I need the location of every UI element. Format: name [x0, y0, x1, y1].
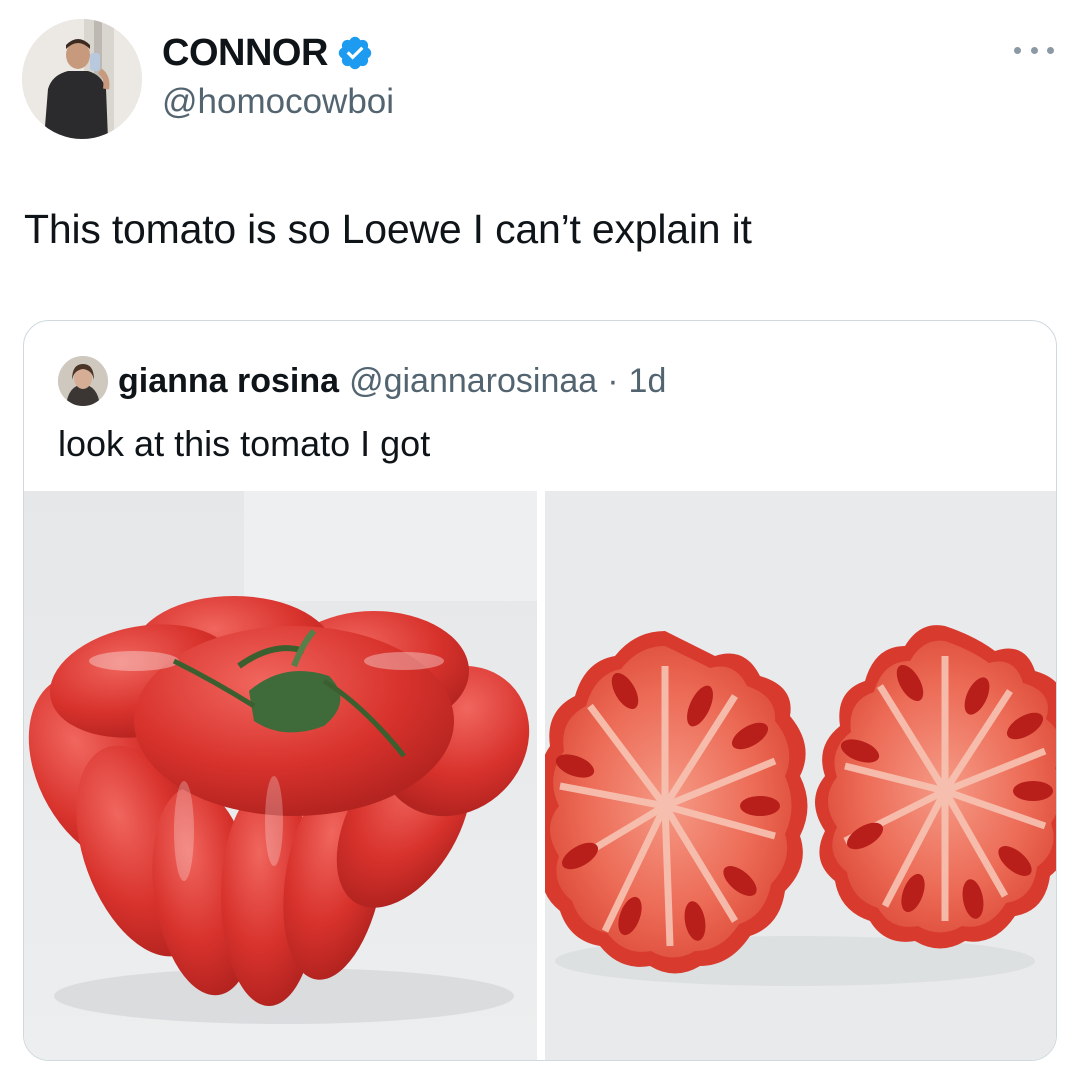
tweet-text: This tomato is so Loewe I can’t explain … — [24, 206, 752, 252]
separator-dot: · — [607, 361, 619, 400]
quoted-author-handle[interactable]: @giannarosinaa — [349, 362, 597, 401]
quoted-tweet-header: gianna rosina @giannarosinaa · 1d — [58, 353, 666, 409]
dot-icon — [1014, 46, 1021, 54]
author-handle[interactable]: @homocowboi — [162, 82, 394, 122]
quoted-author-display-name[interactable]: gianna rosina — [118, 362, 339, 401]
more-options-icon[interactable] — [1014, 40, 1054, 60]
author-avatar[interactable] — [22, 19, 142, 139]
quoted-tweet-timestamp[interactable]: 1d — [629, 362, 667, 401]
quoted-author-avatar[interactable] — [58, 356, 108, 406]
dot-icon — [1030, 46, 1038, 54]
quoted-tweet-photo-sliced-tomato[interactable] — [545, 491, 1056, 1060]
verified-badge-icon — [338, 36, 372, 70]
quoted-author-avatar-image — [58, 356, 108, 406]
quoted-tweet-text: look at this tomato I got — [58, 423, 431, 464]
author-display-name[interactable]: CONNOR — [162, 32, 328, 75]
quoted-tweet-photo-whole-tomato[interactable] — [24, 491, 537, 1060]
whole-tomato-photo — [24, 491, 537, 1060]
dot-icon — [1047, 46, 1054, 54]
author-avatar-image — [22, 19, 142, 139]
sliced-tomato-photo — [545, 491, 1056, 1060]
author-name-row[interactable]: CONNOR — [162, 30, 374, 76]
quoted-tweet-card[interactable]: gianna rosina @giannarosinaa · 1d look a… — [23, 320, 1057, 1061]
